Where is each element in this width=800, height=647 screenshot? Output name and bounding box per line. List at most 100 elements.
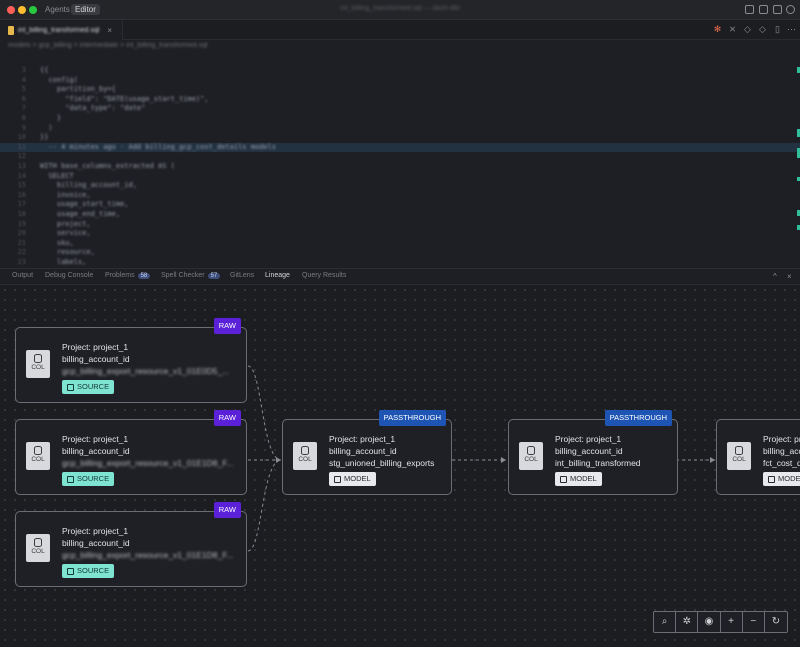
close-panel-icon[interactable]: × — [787, 272, 792, 281]
column-icon-label: COL — [31, 456, 45, 463]
search-icon[interactable]: ⌕ — [654, 612, 677, 632]
node-kind-tag: SOURCE — [62, 472, 115, 486]
maximize-panel-icon[interactable]: ^ — [773, 272, 777, 281]
code-line[interactable]: 18 usage_end_time, — [0, 210, 800, 219]
code-text: "field": "DATE(usage_start_time)", — [40, 94, 209, 103]
more-actions-icon[interactable]: ⋯ — [787, 25, 796, 34]
code-text: } — [40, 114, 62, 122]
tab-problems[interactable]: Problems 58 — [105, 272, 151, 279]
code-line[interactable]: 12 — [0, 152, 800, 161]
code-line[interactable]: 8 } — [0, 114, 800, 123]
minimize-window-button[interactable] — [18, 6, 26, 14]
column-icon-label: COL — [524, 456, 538, 463]
refresh-icon[interactable]: ↻ — [765, 612, 787, 632]
bug-icon[interactable]: ✻ — [713, 25, 722, 34]
tab-spell-checker[interactable]: Spell Checker 57 — [161, 272, 221, 279]
go-forward-icon[interactable]: ◇ — [758, 25, 767, 34]
code-line[interactable]: 6 "field": "DATE(usage_start_time)", — [0, 95, 800, 104]
code-line[interactable]: 23 labels, — [0, 258, 800, 267]
code-line[interactable]: 16 invoice, — [0, 191, 800, 200]
code-editor[interactable]: 3{{4 config(5 partition_by={6 "field": "… — [0, 52, 800, 268]
line-number: 16 — [17, 190, 26, 199]
code-line[interactable]: 14 SELECT — [0, 172, 800, 181]
split-editor-icon[interactable]: ▯ — [773, 25, 782, 34]
settings-gear-icon[interactable] — [786, 5, 795, 14]
tab-agents[interactable]: Agents — [41, 4, 74, 15]
file-tab-label: int_billing_transformed.sql — [18, 26, 100, 34]
lineage-canvas[interactable]: RAW COL Project: project_1 billing_account_… — [0, 285, 800, 647]
node-column: billing_account_id — [62, 446, 130, 456]
go-back-icon[interactable]: ◇ — [743, 25, 752, 34]
code-line[interactable]: 15 billing_account_id, — [0, 181, 800, 190]
lineage-node[interactable]: PASSTHROUGHCOLProject: project_1billing_… — [716, 419, 800, 495]
node-type-badge: RAW — [213, 318, 241, 334]
maximize-window-button[interactable] — [29, 6, 37, 14]
toggle-sidebar-icon[interactable] — [745, 5, 754, 14]
code-line[interactable]: 3 {{ — [0, 66, 800, 75]
close-tab-icon[interactable]: × — [107, 26, 112, 35]
tab-lineage-label: Lineage — [265, 272, 290, 279]
database-icon — [527, 446, 535, 455]
database-icon — [34, 446, 42, 455]
code-line[interactable]: 17 usage_start_time, — [0, 200, 800, 209]
code-text: partition_by={ — [40, 85, 116, 94]
code-line[interactable]: 11 -- 4 minutes ago · Add billing_gcp_co… — [0, 142, 800, 152]
column-icon-label: COL — [31, 364, 45, 371]
line-number: 14 — [17, 171, 26, 180]
tab-gitlens[interactable]: GitLens — [230, 272, 254, 279]
lineage-node[interactable]: PASSTHROUGHCOLProject: project_1billing_… — [508, 410, 678, 495]
tab-query-results-label: Query Results — [302, 272, 347, 279]
code-line[interactable]: 10}} — [0, 133, 800, 142]
window-title: int_billing_transformed.sql — dash-dbt — [340, 5, 460, 12]
minimap[interactable] — [796, 52, 800, 268]
file-tab[interactable]: int_billing_transformed.sql × — [0, 20, 123, 40]
tab-query-results[interactable]: Query Results — [302, 272, 346, 279]
code-line[interactable]: 5 partition_by={ — [0, 85, 800, 94]
node-column: billing_account_id — [329, 446, 397, 456]
node-column: billing_account_id — [62, 538, 130, 548]
tab-editor[interactable]: Editor — [71, 4, 100, 15]
sql-file-icon — [8, 25, 14, 35]
line-number: 17 — [17, 200, 26, 209]
code-line[interactable]: 22 resource, — [0, 248, 800, 257]
line-number: 6 — [21, 94, 26, 103]
node-project: Project: project_1 — [62, 526, 129, 536]
database-icon — [735, 446, 743, 455]
zoom-in-button[interactable]: + — [721, 612, 743, 632]
line-number: 5 — [21, 85, 26, 94]
lineage-node[interactable]: RAW COL Project: project_1 billing_account_… — [15, 410, 247, 495]
spell-checker-count-badge: 57 — [207, 272, 221, 279]
tab-gitlens-label: GitLens — [230, 272, 255, 279]
settings-icon[interactable]: ✲ — [676, 612, 699, 632]
eye-icon[interactable]: ◉ — [698, 612, 721, 632]
node-type-badge: RAW — [213, 410, 241, 426]
zoom-out-button[interactable]: − — [743, 612, 765, 632]
toggle-panel-icon[interactable] — [759, 5, 768, 14]
column-icon-label: COL — [298, 456, 312, 463]
tab-debug-console[interactable]: Debug Console — [45, 272, 93, 279]
code-line[interactable]: 7 "data_type": "date" — [0, 104, 800, 113]
column-icon: COL — [293, 442, 317, 470]
breadcrumb[interactable]: models > gcp_billing > intermediate > in… — [8, 42, 207, 49]
lineage-node[interactable]: RAW COL Project: project_1 billing_account_… — [15, 502, 247, 587]
tab-lineage[interactable]: Lineage — [265, 272, 290, 279]
node-kind-tag: MODEL — [555, 472, 602, 486]
code-line[interactable]: 21 sku, — [0, 239, 800, 248]
tab-output[interactable]: Output — [12, 272, 33, 279]
node-column: billing_account_id — [62, 354, 130, 364]
code-text: {{ — [40, 66, 49, 74]
code-line[interactable]: 20 service, — [0, 229, 800, 238]
node-kind-tag: SOURCE — [62, 380, 115, 394]
lineage-node[interactable]: RAW COL Project: project_1 billing_account_… — [15, 318, 247, 403]
node-project: Project: project_1 — [555, 434, 622, 444]
code-line[interactable]: 13 WITH base_columns_extracted AS ( — [0, 162, 800, 171]
line-number: 19 — [17, 219, 26, 228]
lineage-node[interactable]: PASSTHROUGHCOLProject: project_1billing_… — [282, 410, 452, 495]
column-icon-label: COL — [31, 548, 45, 555]
code-line[interactable]: 9 ) — [0, 124, 800, 133]
close-window-button[interactable] — [7, 6, 15, 14]
code-line[interactable]: 4 config( — [0, 76, 800, 85]
layout-icon[interactable] — [773, 5, 782, 14]
compare-icon[interactable]: ⨯ — [728, 25, 737, 34]
code-line[interactable]: 19 project, — [0, 220, 800, 229]
